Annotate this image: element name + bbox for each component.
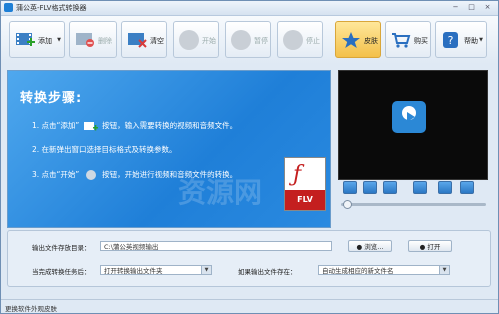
shuffle-icon bbox=[85, 170, 96, 180]
stop-button-label: 停止 bbox=[306, 37, 320, 45]
chevron-down-icon[interactable]: ▼ bbox=[57, 37, 61, 43]
step-3-text-b: 按钮，开始进行视频和音频文件的转换。 bbox=[102, 170, 238, 179]
player-play-button[interactable] bbox=[343, 181, 357, 194]
step-3: 3. 点击“开始” 按钮，开始进行视频和音频文件的转换。 bbox=[32, 169, 237, 180]
video-preview-player[interactable] bbox=[338, 70, 488, 180]
film-add-icon bbox=[16, 33, 35, 46]
fullscreen-icon[interactable] bbox=[460, 181, 474, 194]
flv-badge-label: FLV bbox=[285, 190, 325, 210]
shuffle-icon bbox=[179, 30, 199, 50]
seek-slider[interactable] bbox=[341, 203, 486, 206]
skin-button[interactable]: 皮肤 bbox=[335, 21, 381, 58]
help-button-label: 帮助 bbox=[464, 37, 478, 45]
maximize-button[interactable]: □ bbox=[465, 3, 478, 12]
add-button-label: 添加 bbox=[38, 37, 52, 45]
chevron-down-icon[interactable]: ▼ bbox=[479, 37, 483, 43]
main-window: 蒲公英-FLV格式转换器 − □ × 添加 ▼ 删除 清空 开始 暂停 停止 皮… bbox=[0, 0, 499, 314]
step-1: 1. 点击“添加” 按钮，输入需要转换的视频和音频文件。 bbox=[32, 120, 237, 131]
if-exists-value: 自动生成相应的新文件名 bbox=[322, 267, 394, 275]
step-2: 2. 在新弹出窗口选择目标格式及转换参数。 bbox=[32, 145, 177, 154]
start-button-label: 开始 bbox=[202, 37, 216, 45]
window-title: 蒲公英-FLV格式转换器 bbox=[16, 4, 87, 12]
instructions-title: 转换步骤: bbox=[20, 91, 83, 106]
delete-button-label: 删除 bbox=[98, 37, 112, 45]
play-triangle-icon bbox=[407, 112, 415, 122]
skin-button-label: 皮肤 bbox=[364, 37, 378, 45]
after-done-value: 打开转换输出文件夹 bbox=[104, 267, 163, 275]
svg-text:?: ? bbox=[448, 34, 454, 47]
help-button[interactable]: ? 帮助 ▼ bbox=[435, 21, 487, 58]
clear-button-label: 清空 bbox=[150, 37, 164, 45]
close-button[interactable]: × bbox=[481, 3, 494, 12]
stop-button[interactable]: 停止 bbox=[277, 21, 323, 58]
if-exists-label: 如果输出文件存在： bbox=[238, 268, 297, 276]
instructions-panel: 资源网 转换步骤: 1. 点击“添加” 按钮，输入需要转换的视频和音频文件。 2… bbox=[7, 70, 331, 228]
flash-logo-icon: ƒ bbox=[293, 162, 302, 187]
snapshot-icon[interactable] bbox=[438, 181, 452, 194]
buy-button[interactable]: 购买 bbox=[385, 21, 431, 58]
pause-icon bbox=[231, 30, 251, 50]
film-delete-icon bbox=[76, 33, 94, 47]
chevron-down-icon[interactable]: ▼ bbox=[439, 266, 449, 274]
cart-icon bbox=[392, 33, 411, 48]
help-icon: ? bbox=[443, 32, 458, 48]
clear-button[interactable]: 清空 bbox=[121, 21, 167, 58]
pause-button[interactable]: 暂停 bbox=[225, 21, 271, 58]
player-pause-button[interactable] bbox=[363, 181, 377, 194]
output-dir-field[interactable]: C:\蒲公英视频输出 bbox=[100, 241, 332, 251]
step-1-text-b: 按钮，输入需要转换的视频和音频文件。 bbox=[102, 121, 238, 130]
film-add-icon bbox=[83, 122, 98, 131]
output-dir-label: 输出文件存放目录： bbox=[32, 244, 91, 252]
app-icon bbox=[4, 3, 13, 12]
seek-slider-handle[interactable] bbox=[343, 200, 352, 209]
stop-icon bbox=[283, 30, 303, 50]
output-settings-panel: 输出文件存放目录： C:\蒲公英视频输出 ● 浏览... ● 打开 当完成转换任… bbox=[7, 230, 491, 287]
flv-format-badge: ƒ FLV bbox=[284, 157, 326, 211]
toolbar: 添加 ▼ 删除 清空 开始 暂停 停止 皮肤 购买 ? 帮助 ▼ bbox=[1, 16, 498, 64]
volume-icon[interactable] bbox=[413, 181, 427, 194]
delete-button[interactable]: 删除 bbox=[69, 21, 117, 58]
pause-button-label: 暂停 bbox=[254, 37, 268, 45]
browse-button-label: 浏览... bbox=[364, 243, 384, 251]
after-done-label: 当完成转换任务后： bbox=[32, 268, 91, 276]
add-button[interactable]: 添加 ▼ bbox=[9, 21, 65, 58]
open-button-label: 打开 bbox=[427, 243, 441, 251]
film-clear-icon bbox=[128, 33, 147, 48]
open-button[interactable]: ● 打开 bbox=[408, 240, 452, 252]
minimize-button[interactable]: − bbox=[449, 3, 462, 12]
star-icon bbox=[342, 32, 360, 48]
browse-button[interactable]: ● 浏览... bbox=[348, 240, 392, 252]
step-3-text-a: 3. 点击“开始” bbox=[32, 170, 80, 179]
chevron-down-icon[interactable]: ▼ bbox=[201, 266, 211, 274]
step-1-text-a: 1. 点击“添加” bbox=[32, 121, 80, 130]
after-done-select[interactable]: 打开转换输出文件夹 ▼ bbox=[100, 265, 212, 275]
if-exists-select[interactable]: 自动生成相应的新文件名 ▼ bbox=[318, 265, 450, 275]
title-bar: 蒲公英-FLV格式转换器 − □ × bbox=[1, 1, 498, 16]
start-button[interactable]: 开始 bbox=[173, 21, 219, 58]
buy-button-label: 购买 bbox=[414, 37, 428, 45]
player-stop-button[interactable] bbox=[383, 181, 397, 194]
status-text: 更换软件外观皮肤 bbox=[5, 305, 57, 313]
status-bar: 更换软件外观皮肤 bbox=[1, 299, 498, 313]
